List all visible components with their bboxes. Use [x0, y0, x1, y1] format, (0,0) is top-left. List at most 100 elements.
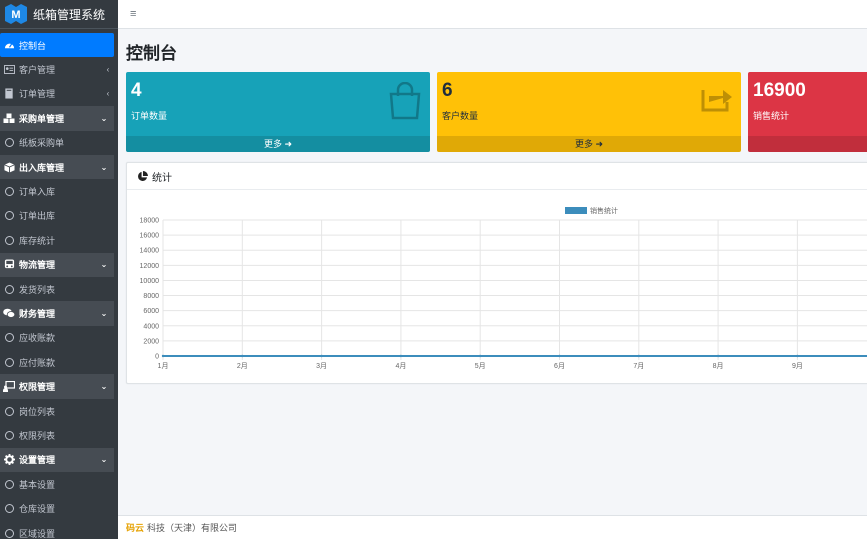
sidebar-item-15[interactable]: 岗位列表 — [0, 399, 118, 423]
sidebar-item-19[interactable]: 仓库设置 — [0, 496, 118, 520]
y-tick-label: 2000 — [143, 338, 159, 345]
data-point — [399, 354, 403, 358]
sidebar-item-label: 订单入库 — [19, 187, 56, 198]
gear-icon — [3, 454, 15, 466]
data-point — [241, 354, 244, 358]
chevron-icon: ⌄ — [100, 382, 108, 392]
sidebar-item-18[interactable]: 基本设置 — [0, 472, 118, 496]
orders-more-link[interactable]: 更多 ➜ — [126, 136, 430, 152]
sidebar-item-label: 权限管理 — [19, 382, 56, 393]
chalkboard-user-icon — [3, 381, 15, 393]
legend-label: 销售统计 — [590, 206, 618, 215]
x-tick-label: 4月 — [395, 362, 406, 370]
chevron-icon: ⌄ — [100, 162, 108, 172]
sidebar-item-label: 采购单管理 — [19, 113, 65, 124]
pie-chart-icon — [137, 170, 148, 182]
card-header: 统计 — [127, 163, 867, 190]
shopping-bag-icon — [388, 81, 422, 122]
card-title: 统计 — [152, 172, 172, 184]
x-tick-label: 2月 — [237, 362, 248, 370]
sidebar-item-label: 权限列表 — [19, 430, 56, 441]
app-title: 纸箱管理系统 — [33, 7, 106, 22]
y-tick-label: 6000 — [143, 308, 159, 315]
orders-count-box: 4 订单数量 更多 ➜ — [126, 72, 430, 152]
customers-more-link[interactable]: 更多 ➜ — [437, 136, 741, 152]
sidebar-item-8[interactable]: 库存统计 — [0, 228, 118, 252]
customers-count-value: 6 — [442, 80, 453, 101]
footer: 码云 科技（天津）有限公司 — [118, 515, 867, 539]
circle-icon — [3, 137, 15, 149]
y-tick-label: 16000 — [140, 233, 160, 240]
sidebar-item-1[interactable]: 客户管理 ‹ — [0, 57, 118, 81]
page-title: 控制台 — [126, 44, 177, 63]
sidebar-item-label: 纸板采购单 — [19, 138, 65, 149]
dashboard-icon — [3, 39, 15, 51]
x-tick-label: 5月 — [475, 362, 486, 370]
book-icon — [3, 88, 15, 100]
id-card-icon — [3, 64, 15, 76]
sidebar-item-label: 岗位列表 — [19, 406, 56, 417]
cubes-icon — [3, 112, 15, 124]
circle-icon — [3, 478, 15, 490]
sidebar-item-label: 库存统计 — [19, 235, 56, 246]
sidebar-item-2[interactable]: 订单管理 ‹ — [0, 82, 118, 106]
sales-stats-value: 16900 — [753, 80, 806, 101]
sidebar-menu: 控制台 客户管理 ‹ 订单管理 ‹ 采购单管理 ⌄ 纸板采购单 出入库管理 ⌄ 订单入库 订单出库 库存… — [0, 33, 118, 539]
y-tick-label: 10000 — [140, 278, 160, 285]
sidebar-item-label: 财务管理 — [19, 308, 56, 319]
circle-icon — [3, 356, 15, 368]
y-tick-label: 4000 — [143, 323, 159, 330]
y-tick-label: 0 — [155, 354, 159, 361]
sidebar-item-4[interactable]: 纸板采购单 — [0, 131, 118, 155]
sidebar-item-3[interactable]: 采购单管理 ⌄ — [0, 106, 114, 131]
x-tick-label: 1月 — [158, 362, 169, 370]
sidebar-item-label: 发货列表 — [19, 284, 56, 295]
data-point — [796, 354, 799, 358]
circle-icon — [3, 503, 15, 515]
sidebar-item-13[interactable]: 应付账款 — [0, 350, 118, 374]
circle-icon — [3, 332, 15, 344]
chevron-icon: ‹ — [106, 89, 110, 99]
orders-more-label: 更多 — [263, 139, 282, 149]
sidebar-item-label: 物流管理 — [19, 260, 56, 271]
y-tick-label: 18000 — [140, 218, 160, 225]
sidebar-item-17[interactable]: 设置管理 ⌄ — [0, 447, 114, 473]
sidebar-item-label: 订单管理 — [19, 89, 56, 100]
sidebar-item-label: 设置管理 — [19, 455, 56, 466]
top-navbar: ≡ — [118, 0, 867, 29]
legend-swatch — [565, 207, 587, 214]
menu-toggle-icon[interactable]: ≡ — [130, 8, 136, 20]
circle-icon — [3, 527, 15, 539]
sidebar-item-label: 应收账款 — [19, 333, 56, 344]
brand-link[interactable]: M 纸箱管理系统 — [0, 0, 118, 29]
sidebar-item-9[interactable]: 物流管理 ⌄ — [0, 252, 114, 277]
sidebar-item-14[interactable]: 权限管理 ⌄ — [0, 374, 114, 399]
sidebar-item-11[interactable]: 财务管理 ⌄ — [0, 301, 114, 326]
share-square-icon — [701, 82, 733, 114]
chevron-icon: ‹ — [106, 65, 110, 75]
sidebar-item-0[interactable]: 控制台 — [0, 33, 114, 58]
sidebar-item-10[interactable]: 发货列表 — [0, 277, 118, 301]
circle-icon — [3, 429, 15, 441]
data-point — [479, 354, 482, 358]
sales-more-link[interactable] — [748, 136, 867, 152]
sidebar-item-label: 客户管理 — [19, 65, 56, 76]
sidebar-item-label: 应付账款 — [19, 357, 56, 368]
sales-stats-box: 16900 销售统计 — [748, 72, 867, 152]
sidebar-item-label: 出入库管理 — [19, 162, 65, 173]
statistics-card: 统计 销售统计 0 2000 4000 6000 8000 10000 12000 14000 1… — [126, 162, 867, 384]
sidebar-item-20[interactable]: 区域设置 — [0, 521, 118, 539]
sidebar-item-7[interactable]: 订单出库 — [0, 204, 118, 228]
sales-stats-label: 销售统计 — [753, 111, 790, 121]
sidebar-item-16[interactable]: 权限列表 — [0, 423, 118, 447]
arrow-circle-right-icon: ➜ — [595, 139, 604, 149]
orders-count-label: 订单数量 — [131, 111, 168, 121]
sidebar-item-12[interactable]: 应收账款 — [0, 326, 118, 350]
x-tick-label: 3月 — [316, 362, 327, 370]
data-point — [558, 354, 561, 358]
box-icon — [3, 161, 15, 173]
sidebar-item-5[interactable]: 出入库管理 ⌄ — [0, 154, 114, 180]
sidebar-item-6[interactable]: 订单入库 — [0, 179, 118, 203]
sidebar-item-label: 基本设置 — [19, 479, 56, 490]
y-tick-label: 14000 — [140, 248, 160, 255]
